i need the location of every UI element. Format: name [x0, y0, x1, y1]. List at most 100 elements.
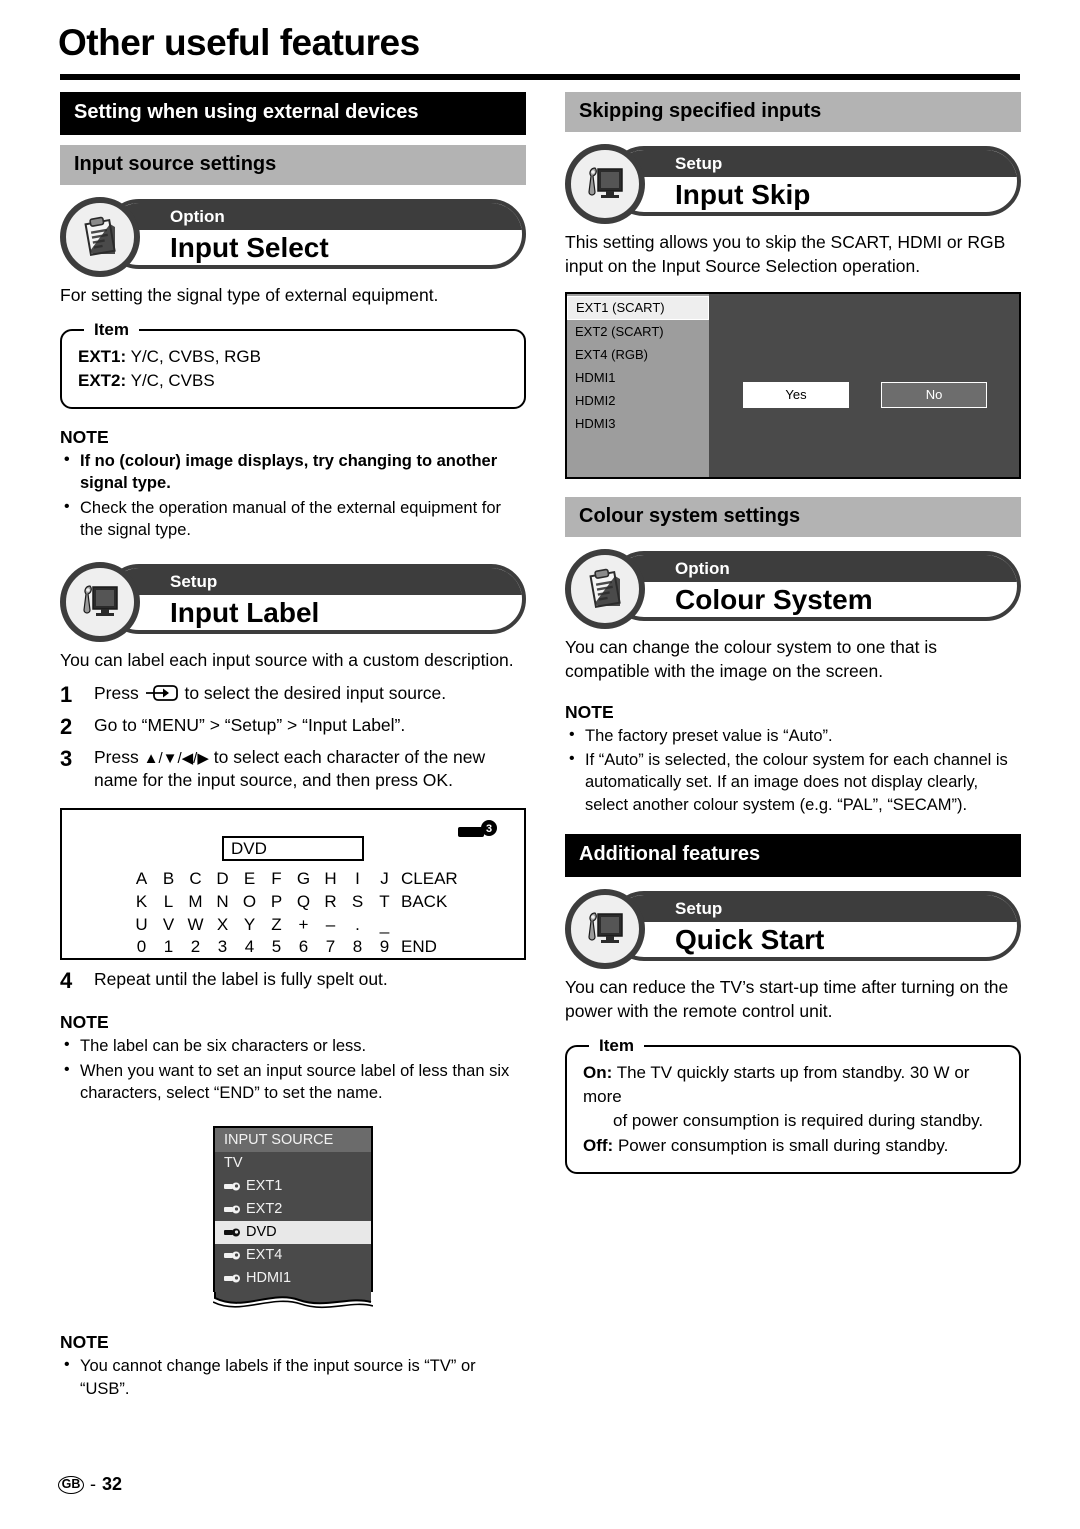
note-heading: NOTE [60, 426, 109, 447]
step-text: Repeat until the label is fully spelt ou… [94, 969, 388, 990]
char-cell[interactable]: C [182, 868, 209, 891]
char-cell[interactable]: M [182, 891, 209, 914]
input-skip-description: This setting allows you to skip the SCAR… [565, 232, 1006, 277]
step-text: Go to “MENU” > “Setup” > “Input Label”. [94, 714, 406, 735]
char-cell[interactable]: Y [236, 914, 263, 937]
char-cell[interactable]: 0 [128, 936, 155, 959]
char-action-end[interactable]: END [401, 936, 437, 959]
char-cell[interactable]: G [290, 868, 317, 891]
input-label-description: You can label each input source with a c… [60, 649, 514, 670]
section-banner-external-devices: Setting when using external devices [60, 92, 526, 135]
badge-name-input-skip: Input Skip [675, 179, 811, 210]
input-skip-list: EXT1 (SCART) EXT2 (SCART) EXT4 (RGB) HDM… [567, 294, 709, 478]
input-source-button-icon [145, 684, 179, 708]
char-cell[interactable]: – [317, 914, 344, 937]
character-entry-diagram: 3 DVD A B C D E F G H I J CLEAR K L M N … [60, 808, 526, 961]
char-cell[interactable]: B [155, 868, 182, 891]
char-cell[interactable]: + [290, 914, 317, 937]
char-cell[interactable]: Z [263, 914, 290, 937]
wrench-monitor-icon [565, 888, 645, 969]
input-skip-item-hdmi3[interactable]: HDMI3 [567, 412, 709, 435]
char-cell[interactable]: 9 [371, 936, 398, 959]
dpad-arrows-icon: ▲/▼/◀/▶ [143, 749, 209, 767]
char-cell[interactable]: T [371, 891, 398, 914]
char-cell[interactable]: I [344, 868, 371, 891]
char-cell[interactable]: J [371, 868, 398, 891]
char-cell[interactable]: A [128, 868, 155, 891]
char-cell[interactable]: R [317, 891, 344, 914]
section-banner-colour-system: Colour system settings [565, 497, 1021, 538]
input-skip-item-ext4[interactable]: EXT4 (RGB) [567, 343, 709, 366]
input-source-item-ext2[interactable]: EXT2 [215, 1198, 371, 1221]
character-grid[interactable]: A B C D E F G H I J CLEAR K L M N O P Q … [128, 868, 458, 959]
note-item: You cannot change labels if the input so… [60, 1354, 526, 1400]
char-cell[interactable]: 5 [263, 936, 290, 959]
input-source-menu-title: INPUT SOURCE [215, 1128, 371, 1153]
char-cell[interactable]: H [317, 868, 344, 891]
step-2: 2 Go to “MENU” > “Setup” > “Input Label”… [60, 714, 526, 740]
input-source-item-label: TV [224, 1155, 243, 1172]
char-cell[interactable]: 1 [155, 936, 182, 959]
input-source-item-ext4[interactable]: EXT4 [215, 1244, 371, 1267]
character-grid-row: 0 1 2 3 4 5 6 7 8 9 END [128, 936, 458, 959]
item-value: The TV quickly starts up from standby. 3… [583, 1063, 970, 1107]
char-cell[interactable]: O [236, 891, 263, 914]
char-cell[interactable]: D [209, 868, 236, 891]
step-number: 4 [60, 968, 73, 994]
note-list: You cannot change labels if the input so… [60, 1354, 526, 1400]
note-item: If “Auto” is selected, the colour system… [565, 748, 1021, 816]
char-cell[interactable]: V [155, 914, 182, 937]
item-box-quick-start: Item On: The TV quickly starts up from s… [565, 1036, 1021, 1174]
input-source-item-hdmi1[interactable]: HDMI1 [215, 1267, 371, 1290]
step-number: 2 [60, 713, 73, 739]
character-grid-row: A B C D E F G H I J CLEAR [128, 868, 458, 891]
clipboard-icon [565, 549, 645, 630]
char-action-clear[interactable]: CLEAR [401, 868, 458, 891]
char-cell[interactable]: N [209, 891, 236, 914]
char-cell[interactable]: K [128, 891, 155, 914]
badge-capsule: Setup Input Label [104, 563, 526, 634]
no-button[interactable]: No [881, 382, 987, 409]
char-cell[interactable]: 3 [209, 936, 236, 959]
input-source-item-ext1[interactable]: EXT1 [215, 1175, 371, 1198]
input-skip-item-hdmi1[interactable]: HDMI1 [567, 366, 709, 389]
label-name-field[interactable]: DVD [222, 836, 364, 862]
input-skip-item-ext1[interactable]: EXT1 (SCART) [567, 296, 709, 321]
input-source-item-dvd[interactable]: DVD [215, 1221, 371, 1245]
char-cell[interactable]: 4 [236, 936, 263, 959]
note-heading: NOTE [60, 1332, 109, 1353]
char-cell[interactable]: _ [371, 914, 398, 937]
input-skip-item-ext2[interactable]: EXT2 (SCART) [567, 320, 709, 343]
note-item: If no (colour) image displays, try chang… [60, 449, 526, 495]
char-cell[interactable]: P [263, 891, 290, 914]
char-cell[interactable]: L [155, 891, 182, 914]
char-cell[interactable]: F [263, 868, 290, 891]
badge-input-skip: Setup Input Skip [565, 144, 1021, 224]
char-cell[interactable]: E [236, 868, 263, 891]
char-cell[interactable]: W [182, 914, 209, 937]
note-list: The factory preset value is “Auto”. If “… [565, 724, 1021, 817]
yes-button[interactable]: Yes [743, 382, 849, 409]
note-item: The label can be six characters or less. [60, 1034, 526, 1057]
input-source-item-tv[interactable]: TV [215, 1152, 371, 1175]
char-cell[interactable]: 6 [290, 936, 317, 959]
input-skip-item-hdmi2[interactable]: HDMI2 [567, 389, 709, 412]
badge-kind-setup: Setup [613, 894, 1017, 922]
char-cell[interactable]: 8 [344, 936, 371, 959]
item-value: Y/C, CVBS, RGB [130, 346, 261, 366]
step-1: 1 Press to select the desired input sour… [60, 682, 526, 708]
step-3: 3 Press ▲/▼/◀/▶ to select each character… [60, 746, 526, 792]
badge-capsule: Option Colour System [609, 551, 1021, 622]
char-cell[interactable]: 7 [317, 936, 344, 959]
svg-text:3: 3 [486, 823, 492, 835]
badge-quick-start: Setup Quick Start [565, 888, 1021, 969]
char-cell[interactable]: S [344, 891, 371, 914]
step-number: 3 [60, 745, 73, 771]
char-cell[interactable]: X [209, 914, 236, 937]
char-cell[interactable]: 2 [182, 936, 209, 959]
char-action-back[interactable]: BACK [401, 891, 447, 914]
char-cell[interactable]: Q [290, 891, 317, 914]
item-row: EXT2: Y/C, CVBS [78, 369, 508, 393]
char-cell[interactable]: . [344, 914, 371, 937]
char-cell[interactable]: U [128, 914, 155, 937]
